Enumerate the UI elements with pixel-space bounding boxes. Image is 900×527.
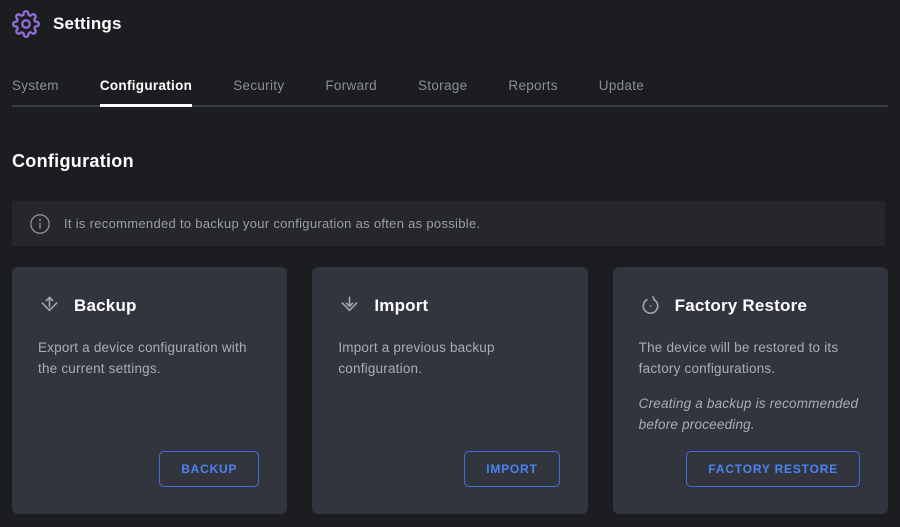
tab-security[interactable]: Security (233, 78, 284, 105)
backup-button[interactable]: BACKUP (159, 451, 259, 487)
tab-configuration[interactable]: Configuration (100, 78, 192, 105)
tab-system[interactable]: System (12, 78, 59, 105)
backup-card-title: Backup (74, 296, 137, 316)
import-card-header: Import (338, 294, 561, 317)
factory-restore-card-header: Factory Restore (639, 294, 862, 317)
info-banner-text: It is recommended to backup your configu… (64, 216, 480, 231)
import-card-description: Import a previous backup configuration. (338, 337, 561, 379)
tab-forward[interactable]: Forward (325, 78, 377, 105)
factory-restore-card-note: Creating a backup is recommended before … (639, 393, 862, 435)
factory-restore-button[interactable]: FACTORY RESTORE (686, 451, 860, 487)
backup-card: Backup Export a device configuration wit… (12, 267, 287, 514)
tab-update[interactable]: Update (599, 78, 644, 105)
info-icon (29, 213, 51, 235)
factory-restore-card: Factory Restore The device will be resto… (613, 267, 888, 514)
import-card-title: Import (374, 296, 428, 316)
page-title: Configuration (12, 151, 888, 172)
import-card: Import Import a previous backup configur… (312, 267, 587, 514)
tab-bar: System Configuration Security Forward St… (12, 78, 888, 107)
tab-storage[interactable]: Storage (418, 78, 467, 105)
app-header: Settings (0, 0, 900, 38)
factory-restore-card-title: Factory Restore (675, 296, 807, 316)
upload-arrow-icon (38, 294, 61, 317)
tab-reports[interactable]: Reports (508, 78, 557, 105)
import-button[interactable]: IMPORT (464, 451, 559, 487)
factory-restore-card-description: The device will be restored to its facto… (639, 337, 862, 379)
app-title: Settings (53, 14, 122, 34)
backup-card-description: Export a device configuration with the c… (38, 337, 261, 379)
download-arrow-icon (338, 294, 361, 317)
restore-icon (639, 294, 662, 317)
backup-card-header: Backup (38, 294, 261, 317)
action-cards: Backup Export a device configuration wit… (12, 267, 888, 514)
gear-icon (12, 10, 40, 38)
info-banner: It is recommended to backup your configu… (12, 201, 885, 246)
